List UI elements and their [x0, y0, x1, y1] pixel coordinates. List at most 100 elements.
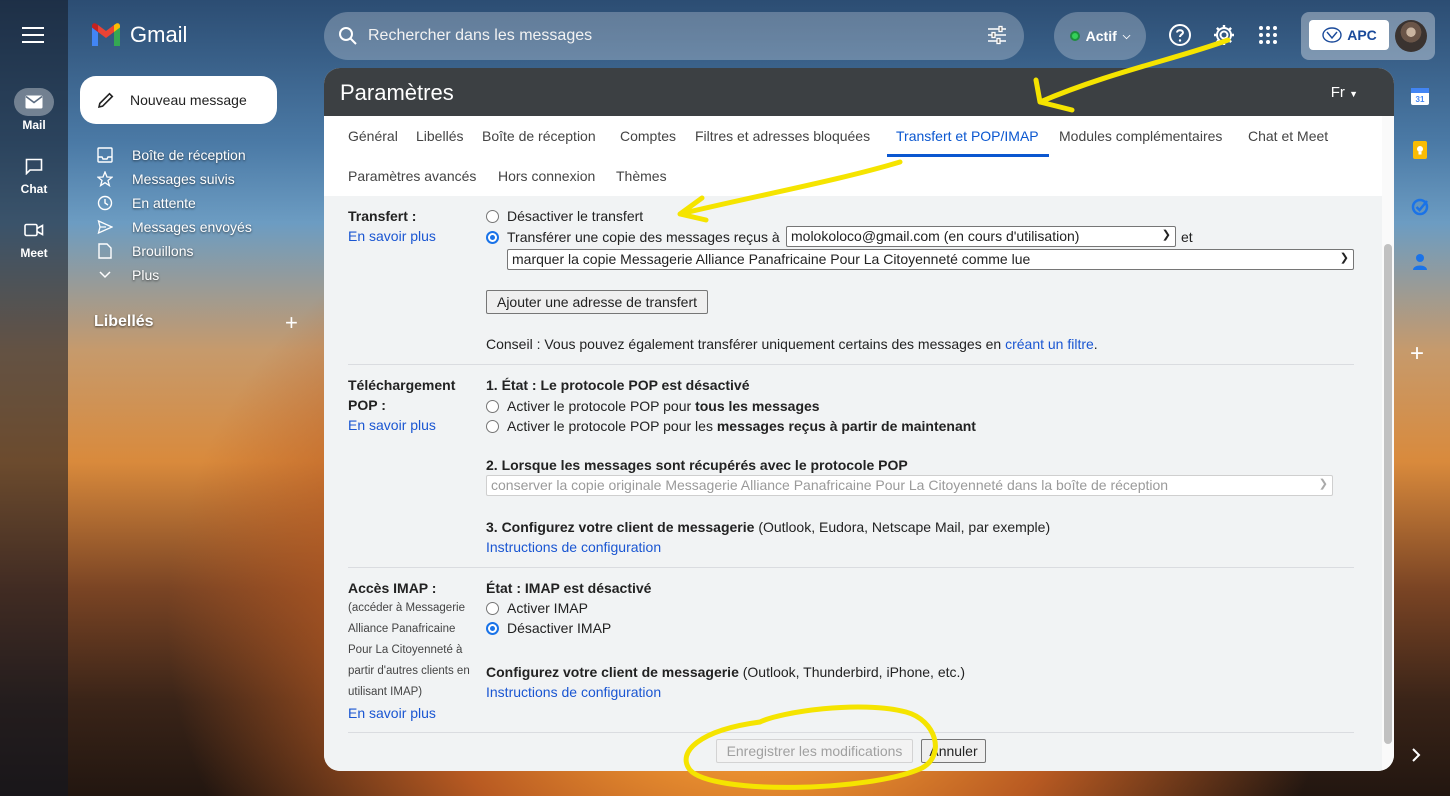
- organization-name: APC: [1347, 27, 1377, 43]
- forward-disable-option[interactable]: Désactiver le transfert: [486, 208, 643, 224]
- pop-learn-more-link[interactable]: En savoir plus: [348, 417, 436, 433]
- imap-disable-option[interactable]: Désactiver IMAP: [486, 620, 611, 636]
- tab-inbox[interactable]: Boîte de réception: [482, 128, 596, 144]
- create-filter-link[interactable]: créant un filtre: [1005, 336, 1094, 352]
- tab-chat-meet[interactable]: Chat et Meet: [1248, 128, 1328, 144]
- pop-all-radio[interactable]: [486, 399, 499, 413]
- cancel-button[interactable]: Annuler: [921, 739, 986, 763]
- nav-snoozed[interactable]: En attente: [94, 191, 252, 215]
- pop-step3-bold: 3. Configurez votre client de messagerie: [486, 519, 755, 535]
- status-label: Actif: [1085, 28, 1117, 44]
- apps-grid-icon[interactable]: [1255, 22, 1281, 48]
- forward-tip-period: .: [1093, 336, 1098, 352]
- save-changes-button[interactable]: Enregistrer les modifications: [716, 739, 913, 763]
- rail-mail[interactable]: Mail: [0, 88, 68, 132]
- tab-accounts[interactable]: Comptes: [620, 128, 676, 144]
- gmail-logo[interactable]: Gmail: [90, 22, 187, 48]
- svg-text:31: 31: [1416, 95, 1425, 104]
- tab-labels[interactable]: Libellés: [416, 128, 463, 144]
- pop-keep-copy-select: conserver la copie originale Messagerie …: [486, 475, 1333, 496]
- add-addon-icon[interactable]: +: [1410, 342, 1432, 366]
- chevron-down-icon: ⌵: [1122, 30, 1131, 42]
- account-switcher[interactable]: APC: [1301, 12, 1435, 60]
- tab-addons[interactable]: Modules complémentaires: [1059, 128, 1222, 144]
- forward-action-value: marquer la copie Messagerie Alliance Pan…: [512, 251, 1031, 267]
- search-input[interactable]: [368, 27, 948, 45]
- imap-note-line: Alliance Panafricaine: [348, 623, 456, 635]
- settings-scrollbar[interactable]: [1382, 116, 1394, 771]
- tab-offline[interactable]: Hors connexion: [498, 168, 595, 184]
- imap-disable-radio[interactable]: [486, 621, 499, 635]
- app-rail: Mail Chat Meet: [0, 0, 68, 796]
- gmail-m-icon: [92, 23, 120, 46]
- imap-enable-radio[interactable]: [486, 601, 499, 615]
- settings-content: Transfert : En savoir plus Désactiver le…: [324, 196, 1382, 771]
- chevron-down-icon: [94, 271, 116, 279]
- search-bar[interactable]: [324, 12, 1024, 60]
- labels-heading: Libellés: [94, 313, 154, 330]
- tab-advanced[interactable]: Paramètres avancés: [348, 168, 476, 184]
- pop-instructions-link[interactable]: Instructions de configuration: [486, 539, 661, 555]
- pop-now-radio[interactable]: [486, 419, 499, 433]
- forward-enable-option[interactable]: Transférer une copie des messages reçus …: [486, 229, 780, 245]
- forwarding-learn-more-link[interactable]: En savoir plus: [348, 228, 436, 244]
- settings-header: Paramètres Fr ▼: [324, 68, 1394, 116]
- forward-tip-text: Conseil : Vous pouvez également transfér…: [486, 336, 1002, 352]
- forward-address-select[interactable]: molokoloco@gmail.com (en cours d'utilisa…: [786, 226, 1176, 247]
- forward-enable-radio[interactable]: [486, 230, 499, 244]
- status-selector[interactable]: Actif ⌵: [1054, 12, 1146, 60]
- search-icon[interactable]: [338, 26, 358, 46]
- rail-meet[interactable]: Meet: [0, 216, 68, 260]
- calendar-icon[interactable]: 31: [1410, 86, 1432, 108]
- forwarding-heading: Transfert :: [348, 208, 417, 224]
- add-label-icon[interactable]: +: [285, 310, 298, 336]
- nav-more[interactable]: Plus: [94, 263, 252, 287]
- imap-learn-more-link[interactable]: En savoir plus: [348, 705, 436, 721]
- input-tools-selector[interactable]: Fr ▼: [1331, 84, 1358, 101]
- pop-all-option[interactable]: Activer le protocole POP pour tous les m…: [486, 398, 820, 414]
- organization-logo: APC: [1309, 20, 1389, 50]
- nav-sent[interactable]: Messages envoyés: [94, 215, 252, 239]
- imap-enable-option[interactable]: Activer IMAP: [486, 600, 588, 616]
- keep-icon[interactable]: [1410, 140, 1432, 162]
- rail-chat-label: Chat: [20, 182, 48, 196]
- nav-inbox[interactable]: Boîte de réception: [94, 143, 252, 167]
- forward-disable-label: Désactiver le transfert: [507, 208, 644, 224]
- star-icon: [94, 171, 116, 187]
- rail-chat[interactable]: Chat: [0, 152, 68, 196]
- nav-drafts[interactable]: Brouillons: [94, 239, 252, 263]
- forward-disable-radio[interactable]: [486, 209, 499, 223]
- avatar[interactable]: [1395, 20, 1427, 52]
- imap-instructions-link[interactable]: Instructions de configuration: [486, 684, 661, 700]
- nav-starred-label: Messages suivis: [132, 171, 235, 187]
- compose-button[interactable]: Nouveau message: [80, 76, 277, 124]
- tab-forwarding-pop-imap[interactable]: Transfert et POP/IMAP: [896, 128, 1039, 144]
- imap-heading: Accès IMAP :: [348, 580, 437, 596]
- contacts-icon[interactable]: [1410, 252, 1432, 274]
- chevron-down-icon: ▼: [1349, 89, 1358, 99]
- forward-action-select[interactable]: marquer la copie Messagerie Alliance Pan…: [507, 249, 1354, 270]
- scrollbar-thumb[interactable]: [1384, 244, 1392, 744]
- imap-note-line: (accéder à Messagerie: [348, 602, 465, 614]
- gear-icon[interactable]: [1211, 22, 1237, 48]
- tab-general[interactable]: Général: [348, 128, 398, 144]
- chevron-right-icon[interactable]: [1410, 748, 1432, 770]
- help-icon[interactable]: [1167, 22, 1193, 48]
- main-menu-icon[interactable]: [22, 27, 44, 45]
- page-title: Paramètres: [340, 80, 454, 105]
- pop-now-option[interactable]: Activer le protocole POP pour les messag…: [486, 418, 976, 434]
- add-forwarding-address-button[interactable]: Ajouter une adresse de transfert: [486, 290, 708, 314]
- pop-all-label: Activer le protocole POP pour tous les m…: [507, 398, 820, 414]
- rail-mail-label: Mail: [22, 118, 46, 132]
- mail-icon: [14, 88, 54, 116]
- imap-disable-label: Désactiver IMAP: [507, 620, 612, 636]
- tab-filters[interactable]: Filtres et adresses bloquées: [695, 128, 870, 144]
- tab-themes[interactable]: Thèmes: [616, 168, 667, 184]
- nav-sent-label: Messages envoyés: [132, 219, 252, 235]
- search-options-icon[interactable]: [986, 24, 1008, 46]
- folder-nav: Boîte de réception Messages suivis En at…: [94, 143, 252, 287]
- pencil-icon: [97, 92, 114, 109]
- clock-icon: [94, 195, 116, 211]
- nav-starred[interactable]: Messages suivis: [94, 167, 252, 191]
- tasks-icon[interactable]: [1410, 196, 1432, 218]
